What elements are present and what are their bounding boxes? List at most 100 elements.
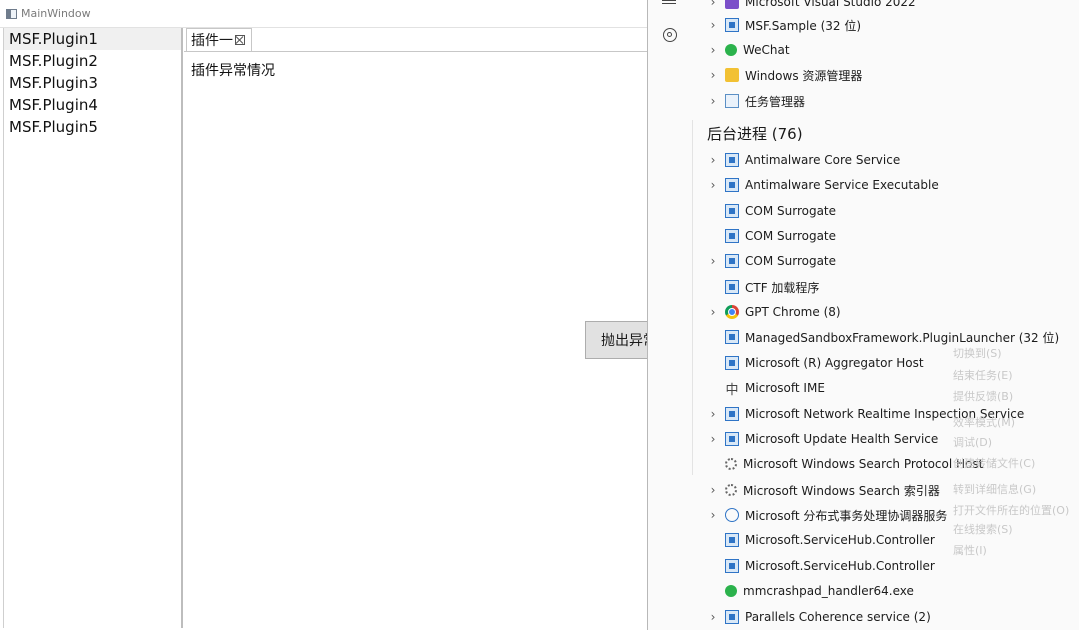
process-name: Microsoft Windows Search 索引器	[743, 483, 940, 498]
visual-studio-icon	[725, 0, 739, 9]
process-name: GPT Chrome (8)	[745, 305, 841, 319]
context-menu-item[interactable]: 切换到(S)	[953, 345, 1002, 361]
app-window-icon	[725, 407, 739, 421]
chevron-right-icon[interactable]: ›	[708, 68, 718, 82]
background-processes-heading: 后台进程 (76)	[707, 125, 803, 143]
app-window-icon	[725, 610, 739, 624]
process-name: Microsoft 分布式事务处理协调器服务	[745, 508, 948, 523]
tab-strip: 插件一	[184, 28, 647, 52]
process-row[interactable]: › Antimalware Core Service	[708, 150, 900, 170]
process-row[interactable]: › 中 Microsoft IME	[708, 378, 825, 398]
chevron-right-icon[interactable]: ›	[708, 94, 718, 108]
process-row[interactable]: › Microsoft.ServiceHub.Controller	[708, 556, 935, 576]
title-bar[interactable]: MainWindow	[0, 0, 647, 28]
plugin-list-item[interactable]: MSF.Plugin1	[4, 28, 181, 50]
plugin-status-text: 插件异常情况	[191, 63, 275, 79]
app-window-icon	[725, 432, 739, 446]
process-name: Microsoft Visual Studio 2022	[745, 0, 916, 9]
ime-icon: 中	[725, 382, 739, 398]
process-name: Antimalware Core Service	[745, 153, 901, 167]
divider	[692, 120, 693, 475]
chevron-right-icon[interactable]: ›	[708, 407, 718, 421]
process-name: Antimalware Service Executable	[745, 178, 939, 192]
chevron-right-icon[interactable]: ›	[708, 305, 718, 319]
process-row[interactable]: › CTF 加载程序	[708, 277, 819, 297]
process-row[interactable]: › Microsoft Update Health Service	[708, 429, 938, 449]
process-row[interactable]: › Microsoft 分布式事务处理协调器服务	[708, 505, 947, 525]
chevron-right-icon[interactable]: ›	[708, 610, 718, 624]
process-row[interactable]: › GPT Chrome (8)	[708, 302, 841, 322]
plugin-list-item[interactable]: MSF.Plugin5	[4, 116, 181, 138]
process-name: 任务管理器	[745, 94, 806, 109]
chevron-right-icon[interactable]: ›	[708, 153, 718, 167]
process-name: MSF.Sample (32 位)	[745, 18, 862, 33]
process-row[interactable]: › Microsoft Windows Search Protocol Host	[708, 454, 983, 474]
context-menu-item[interactable]: 属性(I)	[953, 542, 987, 558]
process-row[interactable]: › Windows 资源管理器	[708, 65, 862, 85]
process-row[interactable]: › Antimalware Service Executable	[708, 175, 939, 195]
plugin-list-item[interactable]: MSF.Plugin4	[4, 94, 181, 116]
context-menu-item[interactable]: 调试(D)	[953, 434, 992, 450]
process-name: COM Surrogate	[745, 204, 837, 218]
gear-icon[interactable]	[663, 28, 677, 42]
chevron-right-icon[interactable]: ›	[708, 508, 718, 522]
process-row[interactable]: › mmcrashpad_handler64.exe	[708, 581, 914, 601]
process-name: Microsoft.ServiceHub.Controller	[745, 559, 935, 573]
throw-exception-button[interactable]: 抛出异常	[585, 321, 647, 359]
process-row[interactable]: › Microsoft Visual Studio 2022	[708, 0, 916, 12]
process-row[interactable]: › COM Surrogate	[708, 251, 836, 271]
context-menu-item[interactable]: 提供反馈(B)	[953, 388, 1013, 404]
process-name: COM Surrogate	[745, 229, 837, 243]
plugin-list: MSF.Plugin1 MSF.Plugin2 MSF.Plugin3 MSF.…	[3, 28, 183, 628]
plugin-list-item[interactable]: MSF.Plugin3	[4, 72, 181, 94]
context-menu-item[interactable]: 结束任务(E)	[953, 367, 1013, 383]
app-window-icon	[725, 229, 739, 243]
process-row[interactable]: › Parallels Coherence service (2)	[708, 607, 931, 627]
process-row[interactable]: › Microsoft Windows Search 索引器	[708, 480, 940, 500]
chevron-right-icon[interactable]: ›	[708, 483, 718, 497]
process-name: Microsoft IME	[745, 381, 825, 395]
process-row[interactable]: › 任务管理器	[708, 91, 805, 111]
context-menu-item[interactable]: 创建转储文件(C)	[953, 455, 1035, 471]
process-row[interactable]: › Microsoft (R) Aggregator Host	[708, 353, 924, 373]
app-window-icon	[725, 204, 739, 218]
process-row[interactable]: › COM Surrogate	[708, 201, 836, 221]
process-row[interactable]: › MSF.Sample (32 位)	[708, 15, 861, 35]
close-icon[interactable]	[235, 35, 245, 45]
process-name: Windows 资源管理器	[745, 68, 863, 83]
app-window-icon	[6, 8, 17, 19]
chevron-right-icon[interactable]: ›	[708, 254, 718, 268]
chevron-right-icon[interactable]: ›	[708, 178, 718, 192]
tab-plugin-one[interactable]: 插件一	[186, 28, 252, 51]
chevron-right-icon[interactable]: ›	[708, 18, 718, 32]
chevron-right-icon[interactable]: ›	[708, 432, 718, 446]
context-menu-item[interactable]: 效率模式(M)	[953, 414, 1015, 430]
process-name: Parallels Coherence service (2)	[745, 610, 931, 624]
nav-rail	[648, 0, 692, 630]
process-row[interactable]: › Microsoft.ServiceHub.Controller	[708, 530, 935, 550]
context-menu-item[interactable]: 在线搜索(S)	[953, 521, 1013, 537]
chevron-right-icon[interactable]: ›	[708, 0, 718, 9]
task-manager-window: › Microsoft Visual Studio 2022 › MSF.Sam…	[648, 0, 1079, 630]
process-row[interactable]: › COM Surrogate	[708, 226, 836, 246]
hamburger-menu-icon[interactable]	[662, 0, 676, 6]
network-service-icon	[725, 508, 739, 522]
chrome-icon	[725, 305, 739, 319]
context-menu-item[interactable]: 转到详细信息(G)	[953, 481, 1036, 497]
plugin-list-item[interactable]: MSF.Plugin2	[4, 50, 181, 72]
chevron-right-icon[interactable]: ›	[708, 43, 718, 57]
app-window-icon	[725, 559, 739, 573]
process-name: WeChat	[743, 43, 790, 57]
context-menu-item[interactable]: 打开文件所在的位置(O)	[953, 502, 1069, 518]
process-row[interactable]: › ManagedSandboxFramework.PluginLauncher…	[708, 327, 1059, 347]
wechat-icon	[725, 44, 737, 56]
app-window-icon	[725, 153, 739, 167]
process-name: Microsoft Update Health Service	[745, 432, 939, 446]
app-window-icon	[725, 178, 739, 192]
search-process-icon	[725, 458, 737, 470]
process-name: mmcrashpad_handler64.exe	[743, 584, 914, 598]
process-row[interactable]: › WeChat	[708, 40, 790, 60]
process-name: Microsoft (R) Aggregator Host	[745, 356, 924, 370]
app-window-icon	[725, 18, 739, 32]
wechat-icon	[725, 585, 737, 597]
